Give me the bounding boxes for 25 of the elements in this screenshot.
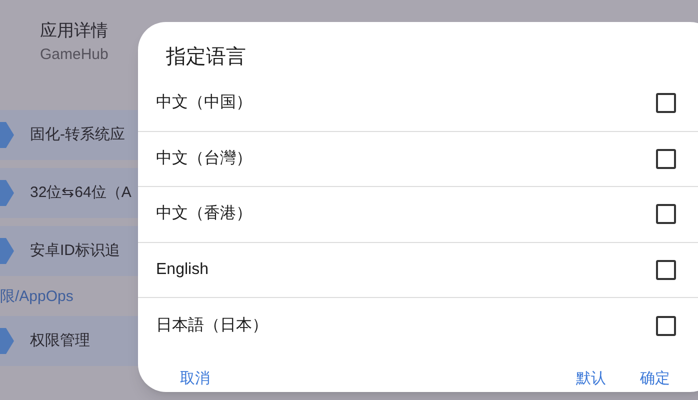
checkbox[interactable] [656, 93, 676, 114]
list-item[interactable]: 权限管理 [0, 316, 138, 366]
checkbox[interactable] [656, 148, 676, 169]
language-option[interactable]: 中文（中国） [156, 91, 656, 116]
dialog-button[interactable]: 默认 [576, 364, 606, 394]
page-title: 应用详情 [40, 20, 109, 42]
language-option[interactable]: English [156, 258, 656, 282]
list-item[interactable]: 安卓ID标识追 [0, 226, 138, 276]
language-option[interactable]: 日本語（日本） [156, 314, 656, 338]
checkbox[interactable] [656, 316, 676, 336]
list-item[interactable]: 固化-转系统应 [0, 110, 138, 160]
language-option[interactable]: 中文（香港） [156, 202, 656, 226]
hexagon-icon [0, 328, 14, 354]
list-item[interactable]: 32位⇆64位（A [0, 168, 138, 218]
dialog-title: 指定语言 [165, 45, 246, 70]
language-option[interactable]: 中文（台灣） [156, 146, 656, 171]
hexagon-icon [0, 180, 14, 206]
app-name: GameHub [40, 44, 110, 64]
dialog-button[interactable]: 确定 [640, 364, 670, 394]
cancel-button[interactable]: 取消 [166, 364, 224, 394]
hexagon-icon [0, 238, 14, 264]
section-header: 限/AppOps [0, 286, 74, 306]
checkbox[interactable] [656, 260, 676, 280]
hexagon-icon [0, 122, 14, 148]
checkbox[interactable] [656, 204, 676, 224]
